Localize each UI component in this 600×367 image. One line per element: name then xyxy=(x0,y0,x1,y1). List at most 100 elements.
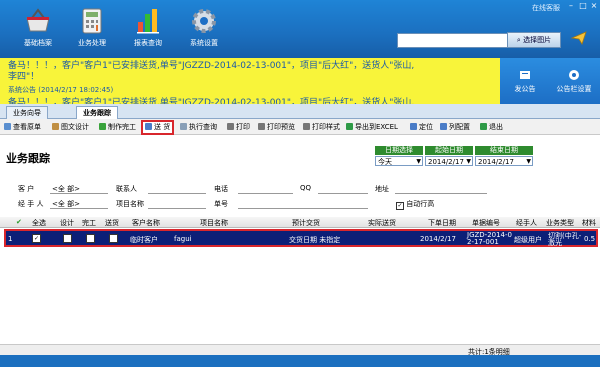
nav-label: 基础档案 xyxy=(24,39,52,47)
auto-row-height-option[interactable]: ✓ 自动行高 xyxy=(396,199,434,210)
address-field[interactable] xyxy=(395,193,487,194)
column-header[interactable]: 业务类型 xyxy=(546,218,574,228)
contact-field[interactable] xyxy=(148,193,206,194)
send-arrow-icon[interactable] xyxy=(570,31,587,47)
design-button[interactable]: 图文设计 xyxy=(52,122,89,132)
project-cell: fagui xyxy=(174,235,192,243)
exit-icon xyxy=(480,123,487,130)
tab-business-guide[interactable]: 业务向导 xyxy=(6,106,48,119)
toolbar-label: 退出 xyxy=(489,123,503,131)
announcement-settings-label: 公告栏设置 xyxy=(556,85,592,93)
project-label: 项目名称 xyxy=(116,200,144,208)
column-header[interactable]: 项目名称 xyxy=(200,218,228,228)
window-bottom-border xyxy=(0,355,600,367)
select-checkbox[interactable]: ✓ xyxy=(32,234,41,243)
tab-bar: 业务向导 业务跟踪 xyxy=(0,104,600,119)
column-header[interactable]: 单据编号 xyxy=(472,218,500,228)
column-header[interactable]: 完工 xyxy=(82,218,96,228)
locate-icon xyxy=(410,123,417,130)
toolbar-label: 执行查询 xyxy=(189,123,217,131)
column-header[interactable]: 送货 xyxy=(105,218,119,228)
nav-business[interactable]: 业务处理 xyxy=(66,6,118,48)
order-no-label: 单号 xyxy=(214,200,228,208)
exit-button[interactable]: 退出 xyxy=(480,122,503,132)
close-icon[interactable]: × xyxy=(589,2,599,10)
column-header[interactable]: 下单日期 xyxy=(428,218,456,228)
print-button[interactable]: 打印 xyxy=(227,122,250,132)
announcement-settings-button[interactable]: 公告栏设置 xyxy=(552,68,596,94)
toolbar: 查看原单 图文设计 制作完工 送 货 执行查询 打印 打印预览 打印样式 导出到… xyxy=(0,119,600,135)
search-input[interactable] xyxy=(397,33,511,48)
column-config-button[interactable]: 列配置 xyxy=(440,122,470,132)
nav-basic-archive[interactable]: 基础档案 xyxy=(12,6,64,48)
customer-label: 客 户 xyxy=(18,185,35,193)
start-date-picker[interactable]: 2014/2/17 ▼ xyxy=(425,156,473,166)
announcement-tools: 发公告 公告栏设置 xyxy=(500,58,600,104)
export-excel-button[interactable]: 导出到EXCEL xyxy=(346,122,398,132)
printer-icon xyxy=(227,123,234,130)
column-header[interactable]: 材料 xyxy=(582,218,596,228)
post-announcement-button[interactable]: 发公告 xyxy=(503,68,547,94)
qq-field[interactable] xyxy=(318,193,368,194)
select-image-label: 选择图片 xyxy=(523,36,552,44)
end-date-picker[interactable]: 2014/2/17 ▼ xyxy=(475,156,533,166)
print-style-button[interactable]: 打印样式 xyxy=(303,122,340,132)
search-icon xyxy=(180,123,187,130)
locate-button[interactable]: 定位 xyxy=(410,122,433,132)
toolbar-label: 查看原单 xyxy=(13,123,41,131)
biz-type-cell: 激光 xyxy=(548,239,562,247)
toolbar-label: 图文设计 xyxy=(61,123,89,131)
phone-field[interactable] xyxy=(238,193,293,194)
excel-icon xyxy=(346,123,353,130)
column-header[interactable]: 经手人 xyxy=(516,218,537,228)
execute-query-button[interactable]: 执行查询 xyxy=(180,122,217,132)
finish-button[interactable]: 制作完工 xyxy=(99,122,136,132)
nav-reports[interactable]: 报表查询 xyxy=(122,6,174,48)
maximize-icon[interactable]: □ xyxy=(578,2,588,10)
tab-label: 业务跟踪 xyxy=(83,109,111,117)
start-date-value: 2014/2/17 xyxy=(428,158,464,166)
post-announcement-label: 发公告 xyxy=(514,85,536,93)
column-header[interactable]: 客户名称 xyxy=(132,218,160,228)
toolbar-label: 送 货 xyxy=(154,123,171,131)
column-header[interactable]: 全选 xyxy=(32,218,46,228)
toolbar-label: 定位 xyxy=(419,123,433,131)
print-preview-button[interactable]: 打印预览 xyxy=(258,122,295,132)
minimize-icon[interactable]: – xyxy=(566,2,576,10)
toolbar-label: 制作完工 xyxy=(108,123,136,131)
end-date-header: 结束日期 xyxy=(475,146,533,155)
expected-delivery-cell: 交货日期 未指定 xyxy=(289,236,341,244)
order-no-field[interactable] xyxy=(238,208,368,209)
tab-business-tracking[interactable]: 业务跟踪 xyxy=(76,106,118,119)
column-header[interactable]: 设计 xyxy=(60,218,74,228)
column-header[interactable]: 预计交货 xyxy=(292,218,320,228)
send-goods-button[interactable]: 送 货 xyxy=(141,120,175,135)
checkbox-checked[interactable]: ✓ xyxy=(396,202,404,210)
announcement-text: 李四"！ xyxy=(8,72,40,82)
design-checkbox[interactable] xyxy=(63,234,72,243)
toolbar-label: 打印预览 xyxy=(267,123,295,131)
settings-icon xyxy=(552,68,596,84)
nav-label: 报表查询 xyxy=(134,39,162,47)
announcement-text: 备马！！！，客户"客户1"已安排送货,单号"JGZZD-2014-02-13-0… xyxy=(8,61,415,71)
row-index: 1 xyxy=(8,235,13,243)
view-order-button[interactable]: 查看原单 xyxy=(4,122,41,132)
column-header[interactable]: 实际送货 xyxy=(368,218,396,228)
grid-header: ✔ 全选 设计 完工 送货 客户名称 项目名称 预计交货 实际送货 下单日期 单… xyxy=(0,217,600,228)
delivered-checkbox[interactable] xyxy=(109,234,118,243)
nav-settings[interactable]: 系统设置 xyxy=(178,6,230,48)
auto-row-height-label: 自动行高 xyxy=(406,200,435,208)
check-icon xyxy=(99,123,106,130)
select-all-check-icon[interactable]: ✔ xyxy=(16,218,22,226)
gear-icon xyxy=(189,6,219,36)
basket-icon xyxy=(23,6,53,36)
tab-label: 业务向导 xyxy=(13,109,41,117)
select-image-button[interactable]: ⌕ 选择图片 xyxy=(507,32,561,48)
project-field[interactable] xyxy=(148,208,206,209)
period-select[interactable]: 今天 ▼ xyxy=(375,156,423,166)
table-row[interactable]: 1 ✓ 临时客户 fagui 交货日期 未指定 2014/2/17 JGZD-2… xyxy=(4,229,598,247)
announcement-text: 备马！！！，客户"客户1"已安排送货,单号"JGZZD-2014-02-13-0… xyxy=(8,98,415,104)
start-date-header: 起始日期 xyxy=(425,146,473,155)
finish-checkbox[interactable] xyxy=(86,234,95,243)
online-service-link[interactable]: 在线客服 xyxy=(532,3,560,13)
